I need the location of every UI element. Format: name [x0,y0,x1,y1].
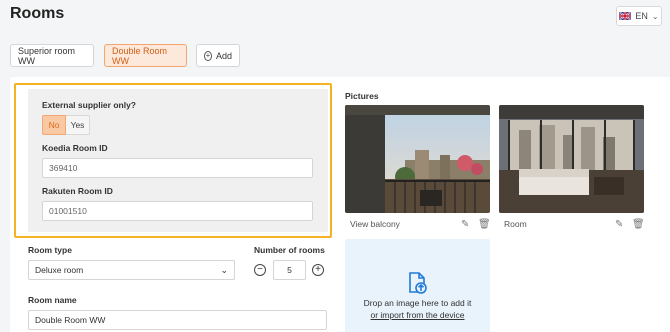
number-of-rooms-input[interactable]: 5 [273,260,306,280]
trash-icon[interactable]: 🗑 [632,219,645,230]
room-type-label: Room type [28,245,72,255]
picture-caption: Room [504,219,527,229]
page-title: Rooms [10,5,65,22]
room-name-label: Room name [28,295,77,305]
room-type-select[interactable]: Deluxe room ⌄ [28,260,235,280]
language-code: EN [635,11,648,21]
add-room-button[interactable]: + Add [196,44,240,67]
yes-option-button[interactable]: Yes [66,115,90,135]
import-from-device-link[interactable]: or import from the device [370,310,464,320]
add-label: Add [215,50,232,61]
plus-circle-icon: + [204,50,212,61]
koedia-room-id-input[interactable]: 369410 [42,158,313,178]
tab-double-room[interactable]: Double Room WW [104,44,187,67]
file-upload-icon [405,271,429,300]
room-name-input[interactable]: Double Room WW [28,310,327,330]
koedia-room-id-label: Koedia Room ID [42,143,108,153]
chevron-down-icon: ⌄ [220,264,228,275]
pictures-label: Pictures [345,91,379,101]
picture-room-image[interactable] [499,105,644,213]
rakuten-room-id-input[interactable]: 01001510 [42,201,313,221]
decrement-button[interactable]: − [254,264,266,276]
no-option-button[interactable]: No [42,115,66,135]
uk-flag-icon [619,12,632,20]
edit-icon[interactable]: ✎ [461,219,469,230]
room-type-value: Deluxe room [35,265,84,275]
number-of-rooms-label: Number of rooms [254,245,325,255]
external-supplier-label: External supplier only? [42,100,136,110]
rakuten-room-id-label: Rakuten Room ID [42,186,113,196]
picture-balcony-image[interactable] [345,105,490,213]
edit-icon[interactable]: ✎ [615,219,623,230]
chevron-down-icon: ⌄ [651,11,659,21]
language-selector[interactable]: EN ⌄ [616,6,662,26]
external-supplier-toggle: No Yes [42,115,90,135]
picture-caption: View balcony [350,219,400,229]
drop-instructions: Drop an image here to add it [363,298,472,308]
tab-superior-room[interactable]: Superior room WW [10,44,94,67]
increment-button[interactable]: + [312,264,324,276]
trash-icon[interactable]: 🗑 [478,219,491,230]
